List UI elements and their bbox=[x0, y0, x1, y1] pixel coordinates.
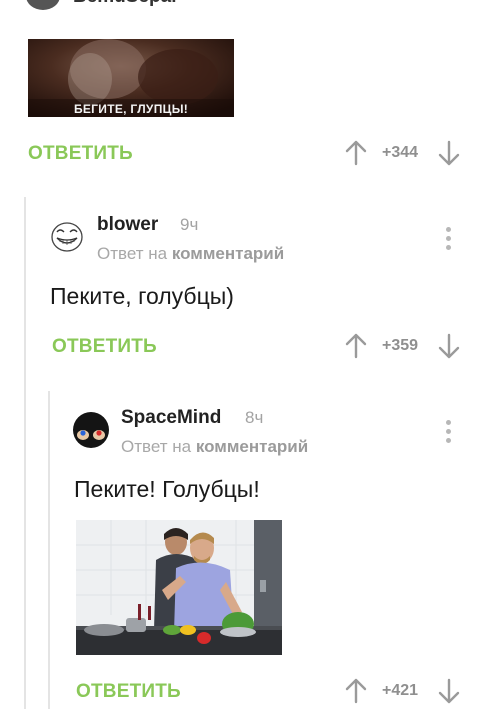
more-dots-icon[interactable] bbox=[443, 227, 453, 253]
thread-line bbox=[24, 197, 26, 709]
thread-line bbox=[48, 391, 50, 709]
more-dots-icon[interactable] bbox=[443, 0, 453, 10]
reply-to-label: Ответ на комментарий bbox=[97, 244, 284, 264]
upvote-arrow-icon[interactable] bbox=[345, 678, 367, 709]
gif-caption: БЕГИТЕ, ГЛУПЦЫ! bbox=[73, 102, 189, 116]
downvote-arrow-icon[interactable] bbox=[438, 140, 460, 171]
reply-to-link[interactable]: комментарий bbox=[196, 437, 308, 456]
downvote-arrow-icon[interactable] bbox=[438, 678, 460, 709]
reply-to-label: Ответ на комментарий bbox=[121, 437, 308, 457]
comment-username[interactable]: BemuSepai bbox=[73, 0, 176, 8]
reply-to-prefix: Ответ на bbox=[97, 244, 168, 263]
avatar[interactable] bbox=[48, 218, 86, 256]
comment-image[interactable] bbox=[76, 520, 282, 655]
comment-username[interactable]: blower bbox=[97, 214, 158, 236]
comment-text: Пеките, голубцы) bbox=[50, 283, 234, 309]
comment-time: 8ч bbox=[245, 408, 264, 427]
more-dots-icon[interactable] bbox=[443, 420, 453, 446]
comment-username[interactable]: SpaceMind bbox=[121, 407, 221, 429]
rating-count: +344 bbox=[382, 144, 419, 161]
upvote-arrow-icon[interactable] bbox=[345, 140, 367, 171]
rating-count: +359 bbox=[382, 337, 419, 354]
reply-button[interactable]: ОТВЕТИТЬ bbox=[52, 336, 157, 358]
rating-count: +421 bbox=[382, 682, 419, 699]
avatar[interactable] bbox=[26, 0, 60, 10]
reply-to-prefix: Ответ на bbox=[121, 437, 192, 456]
comment-time: 9ч bbox=[180, 215, 199, 234]
comment-gif[interactable]: БЕГИТЕ, ГЛУПЦЫ! bbox=[28, 39, 234, 117]
reply-button[interactable]: ОТВЕТИТЬ bbox=[28, 143, 133, 165]
downvote-arrow-icon[interactable] bbox=[438, 333, 460, 364]
reply-to-link[interactable]: комментарий bbox=[172, 244, 284, 263]
reply-button[interactable]: ОТВЕТИТЬ bbox=[76, 681, 181, 703]
avatar[interactable] bbox=[72, 411, 110, 449]
upvote-arrow-icon[interactable] bbox=[345, 333, 367, 364]
comment-text: Пеките! Голубцы! bbox=[74, 476, 260, 502]
